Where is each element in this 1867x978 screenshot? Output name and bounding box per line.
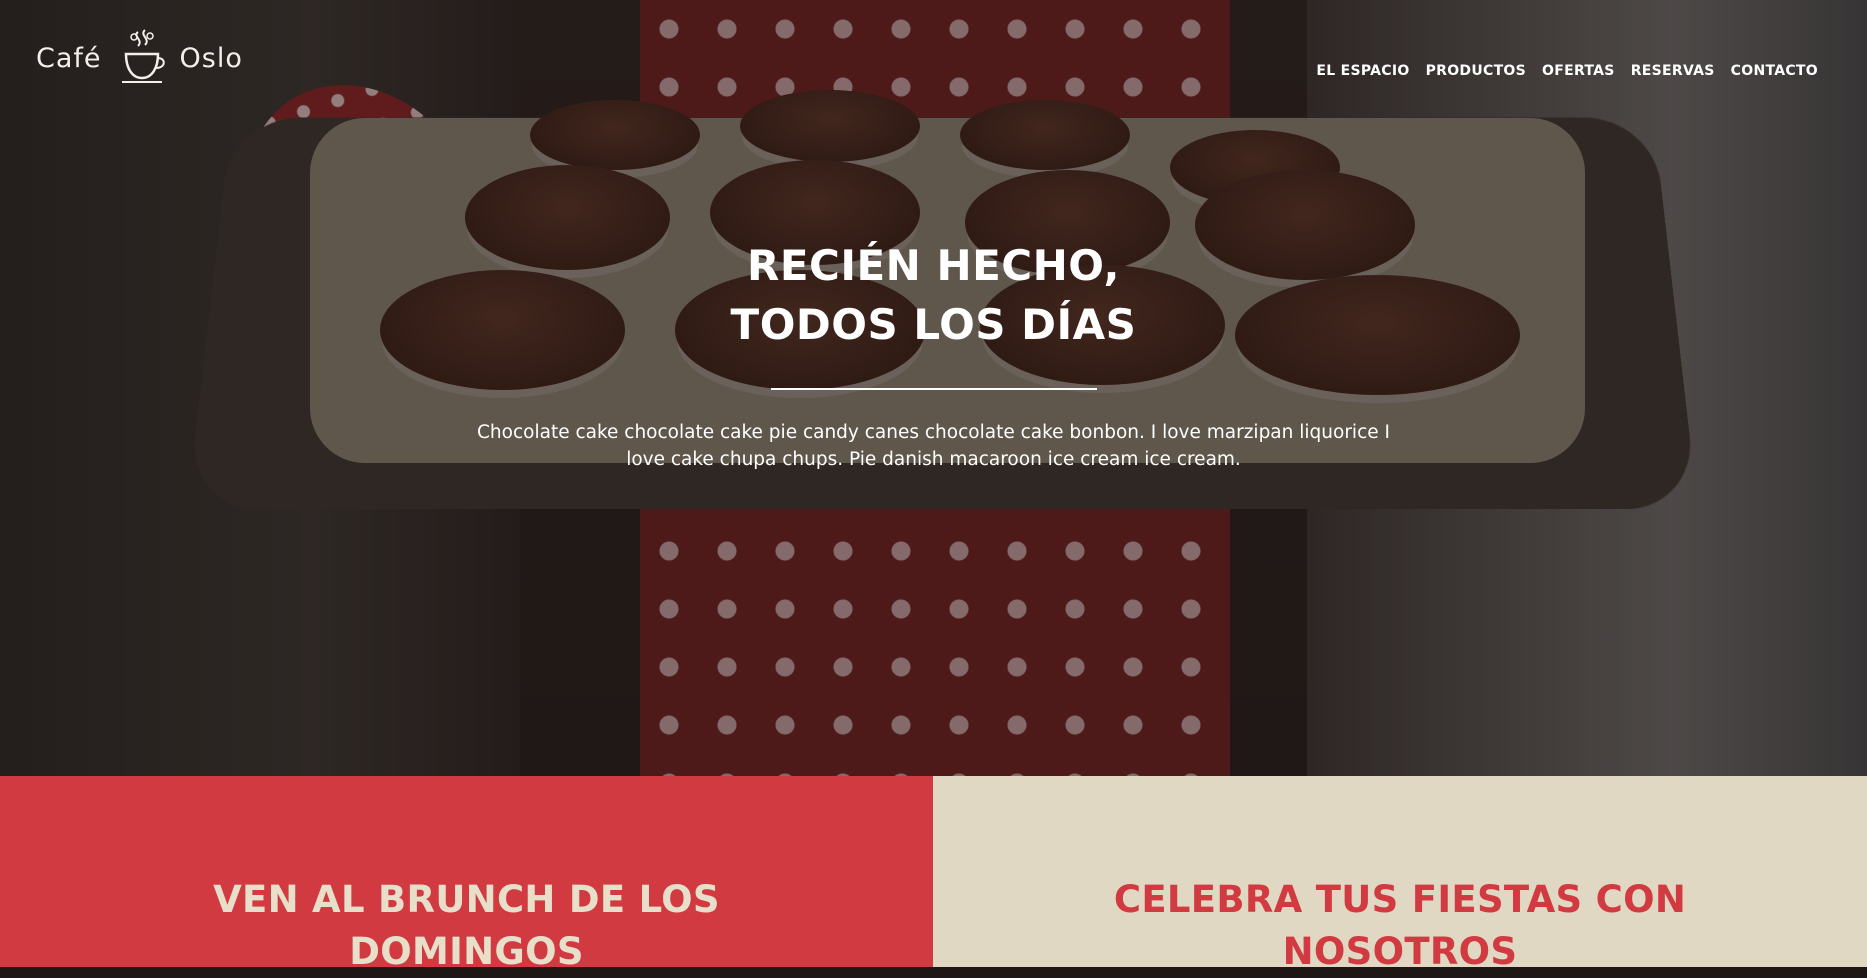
hero-title-line-1: RECIÉN HECHO, — [747, 241, 1120, 290]
nav-item-el-espacio[interactable]: EL ESPACIO — [1316, 63, 1409, 79]
logo-word-oslo: Oslo — [179, 42, 243, 74]
brunch-panel[interactable]: VEN AL BRUNCH DE LOS DOMINGOS — [0, 776, 933, 973]
parties-panel[interactable]: CELEBRA TUS FIESTAS CON NOSOTROS — [933, 776, 1867, 973]
hero-divider — [770, 388, 1097, 390]
nav-item-ofertas[interactable]: OFERTAS — [1542, 63, 1615, 79]
site-logo[interactable]: Café Oslo — [36, 28, 243, 88]
nav-item-productos[interactable]: PRODUCTOS — [1426, 63, 1526, 79]
nav-item-contacto[interactable]: CONTACTO — [1731, 63, 1818, 79]
hero-content: RECIÉN HECHO, TODOS LOS DÍAS Chocolate c… — [0, 236, 1867, 473]
coffee-cup-icon — [121, 29, 165, 83]
brunch-panel-title: VEN AL BRUNCH DE LOS DOMINGOS — [213, 878, 720, 973]
feature-panels: VEN AL BRUNCH DE LOS DOMINGOS CELEBRA TU… — [0, 776, 1867, 973]
main-nav: EL ESPACIO PRODUCTOS OFERTAS RESERVAS CO… — [1316, 63, 1818, 79]
hero-description: Chocolate cake chocolate cake pie candy … — [477, 422, 1390, 470]
parties-panel-title: CELEBRA TUS FIESTAS CON NOSOTROS — [1113, 878, 1687, 973]
logo-word-cafe: Café — [36, 42, 102, 74]
hero-title: RECIÉN HECHO, TODOS LOS DÍAS — [0, 236, 1867, 354]
hero-title-line-2: TODOS LOS DÍAS — [730, 300, 1137, 349]
hero-section: Café Oslo EL ESPACIO PRODUCTOS OFERTAS R… — [0, 0, 1867, 776]
nav-item-reservas[interactable]: RESERVAS — [1631, 63, 1715, 79]
